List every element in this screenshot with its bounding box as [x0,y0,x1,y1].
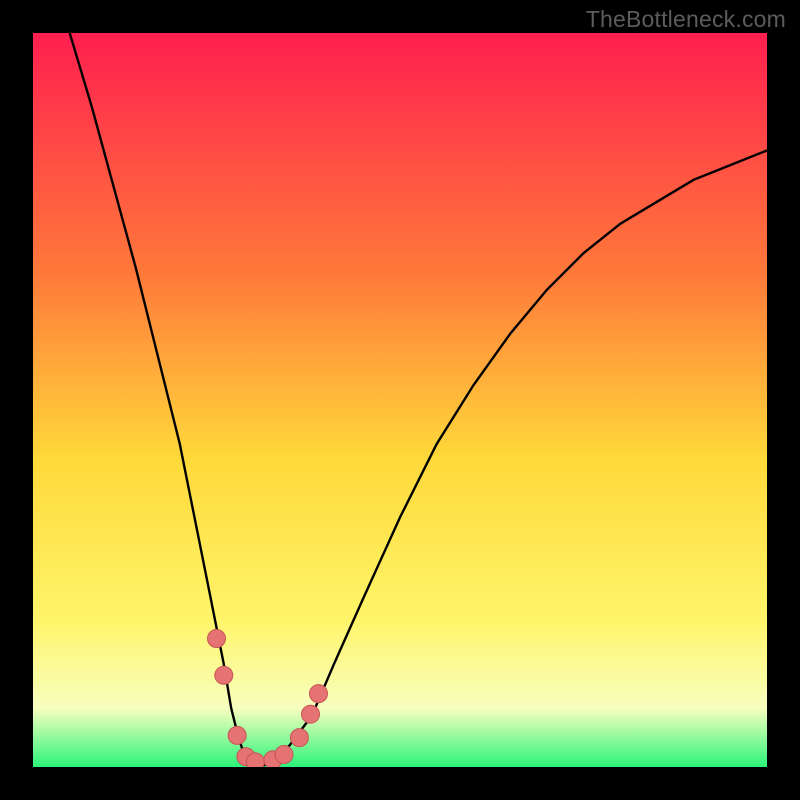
data-marker [208,630,226,648]
data-marker [275,746,293,764]
plot-area [33,33,767,767]
data-marker [310,685,328,703]
data-marker [215,666,233,684]
chart-frame: TheBottleneck.com [0,0,800,800]
data-marker [290,729,308,747]
data-marker [302,705,320,723]
chart-svg [33,33,767,767]
data-marker [246,753,264,767]
watermark-text: TheBottleneck.com [586,6,786,33]
gradient-background [33,33,767,767]
data-marker [228,726,246,744]
